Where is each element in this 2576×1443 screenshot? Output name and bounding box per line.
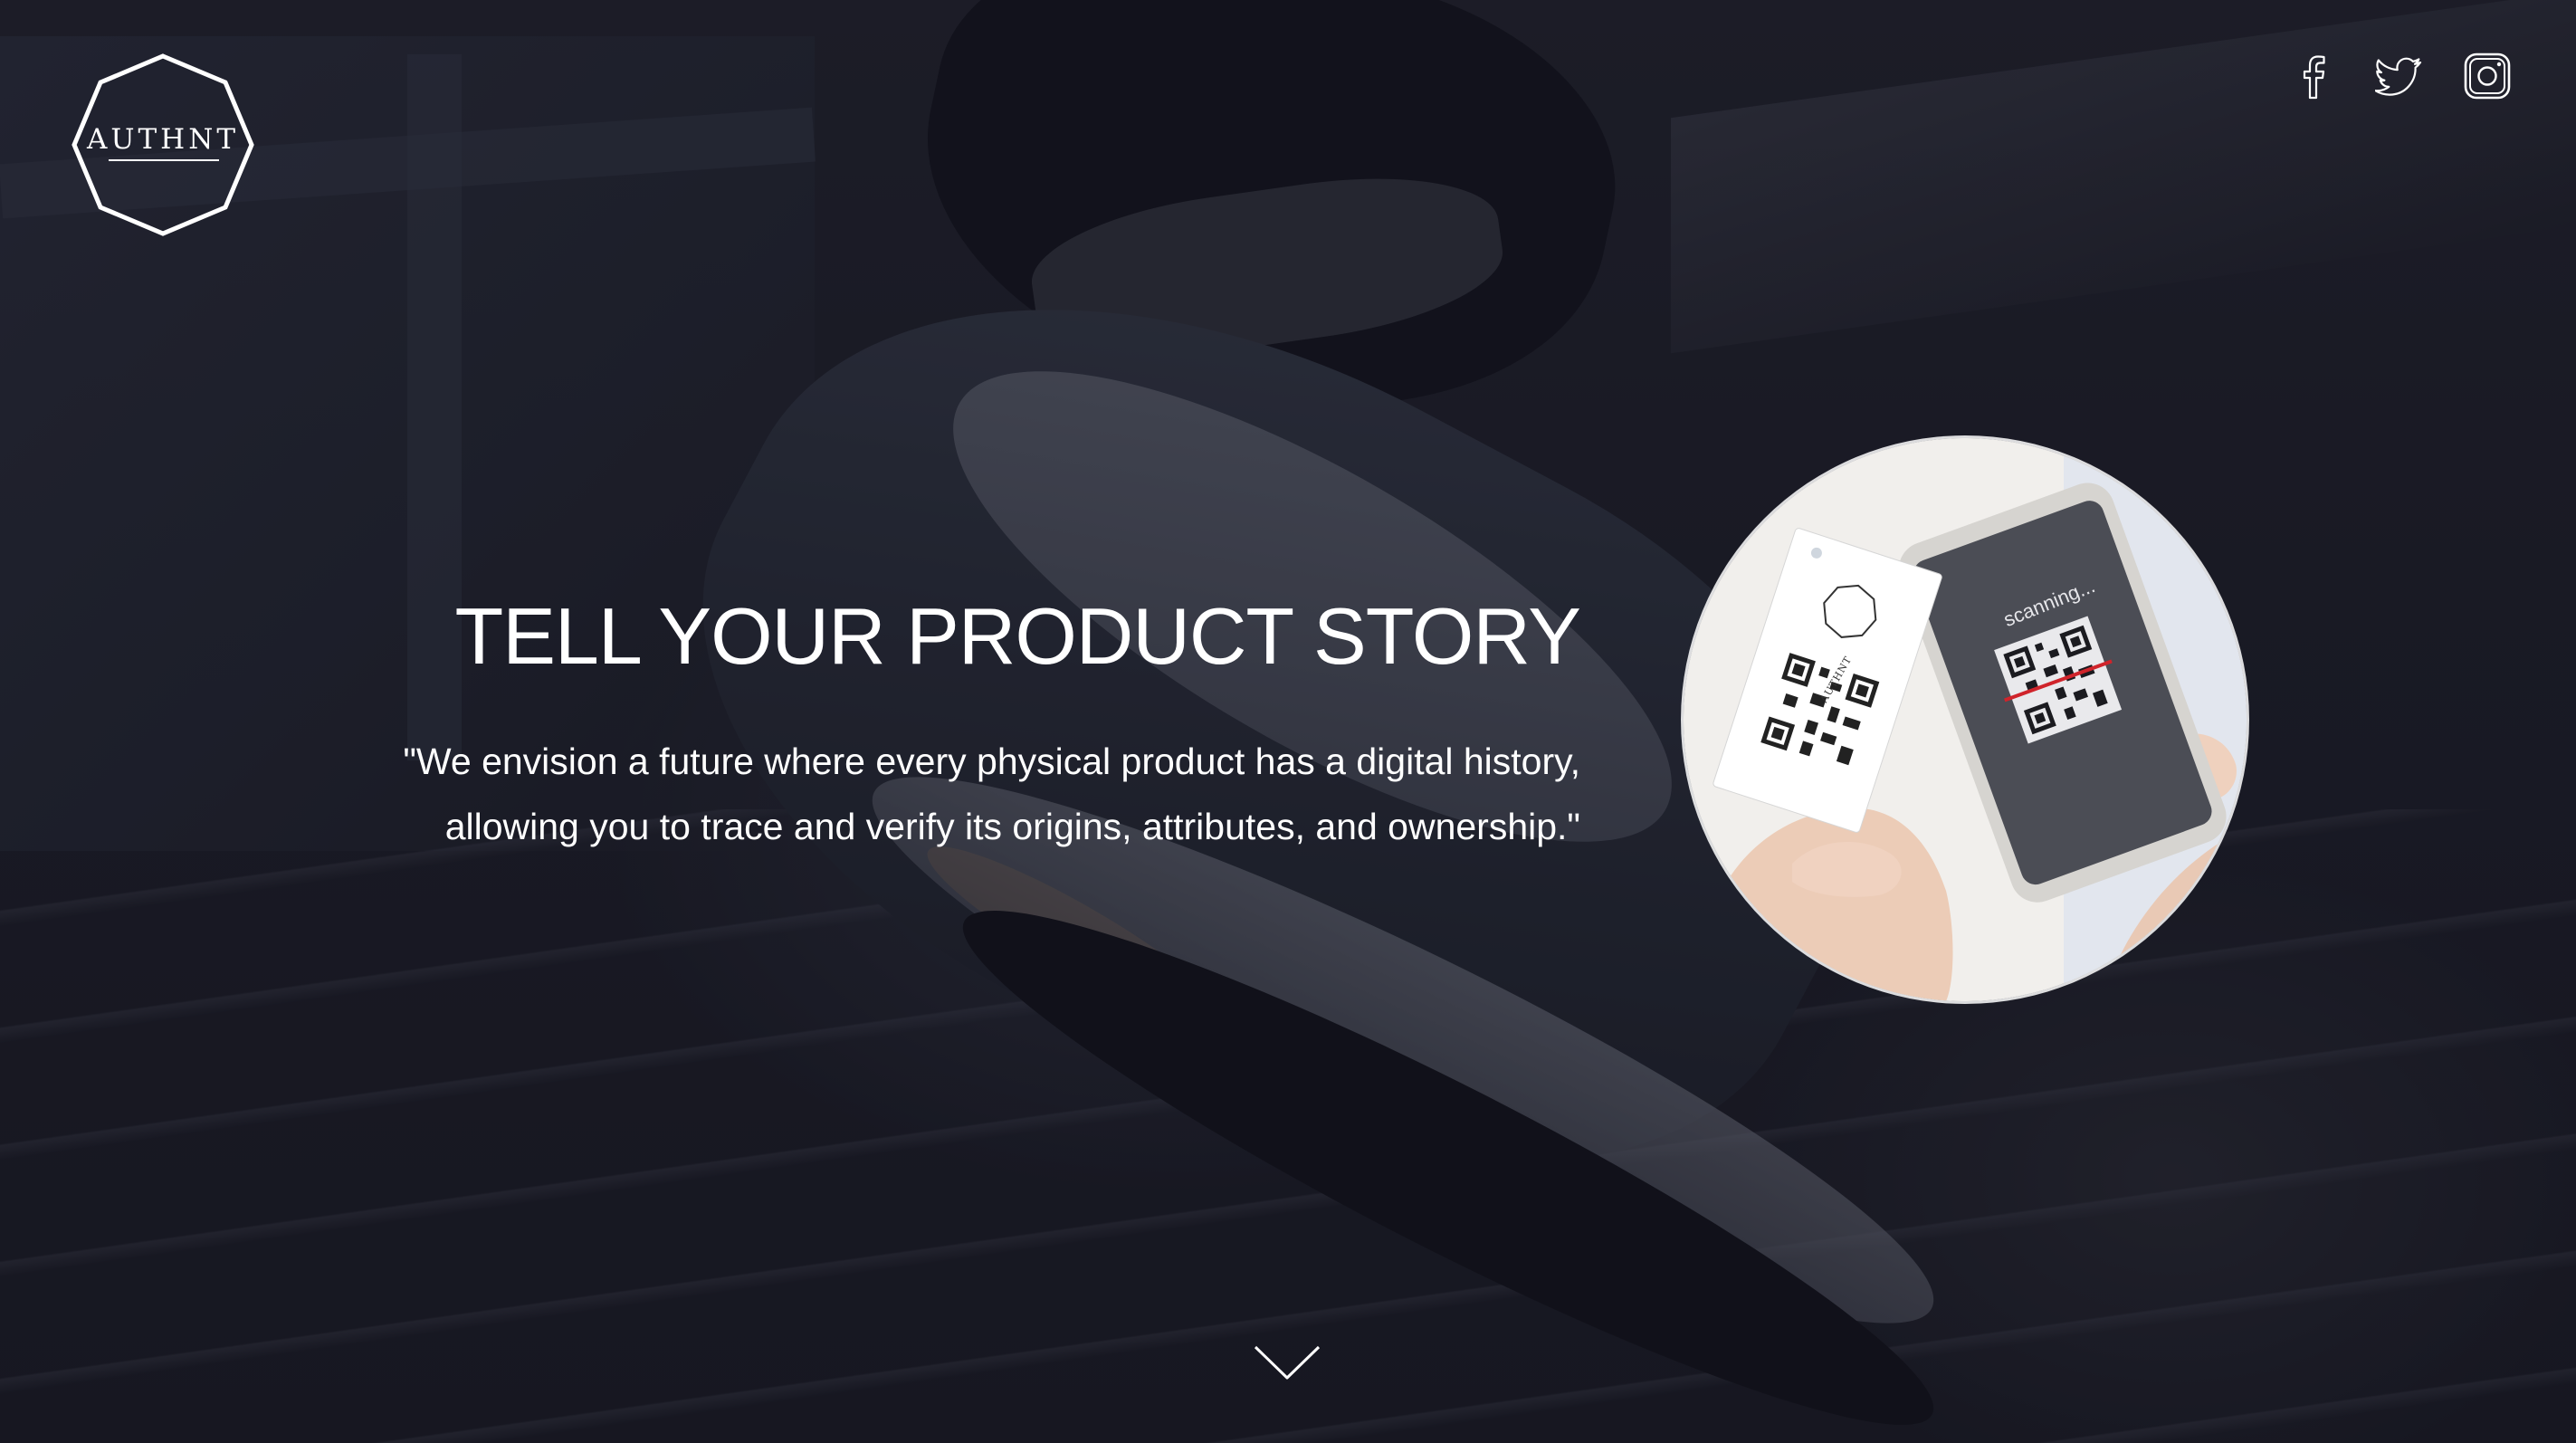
hero-quote-line-1: "We envision a future where every physic… bbox=[403, 741, 1580, 782]
logo-text: AUTHNT bbox=[86, 123, 240, 156]
hero-quote: "We envision a future where every physic… bbox=[295, 729, 1580, 859]
instagram-link[interactable] bbox=[2462, 51, 2513, 101]
qr-scan-illustration bbox=[1684, 438, 2247, 1001]
logo-underline bbox=[109, 159, 219, 161]
qr-scan-image: scanning... AUTHNT bbox=[1684, 438, 2247, 1001]
facebook-link[interactable] bbox=[2288, 51, 2339, 101]
instagram-icon bbox=[2464, 53, 2511, 100]
social-links bbox=[2288, 51, 2513, 101]
chevron-down-icon bbox=[1254, 1345, 1321, 1380]
hero-quote-line-2: allowing you to trace and verify its ori… bbox=[444, 806, 1580, 847]
facebook-icon bbox=[2303, 55, 2325, 100]
scroll-down-button[interactable] bbox=[1253, 1343, 1321, 1383]
twitter-link[interactable] bbox=[2375, 51, 2426, 101]
brand-logo[interactable]: AUTHNT bbox=[71, 53, 255, 237]
hero-headline: TELL YOUR PRODUCT STORY bbox=[454, 591, 1581, 681]
twitter-icon bbox=[2375, 57, 2422, 96]
